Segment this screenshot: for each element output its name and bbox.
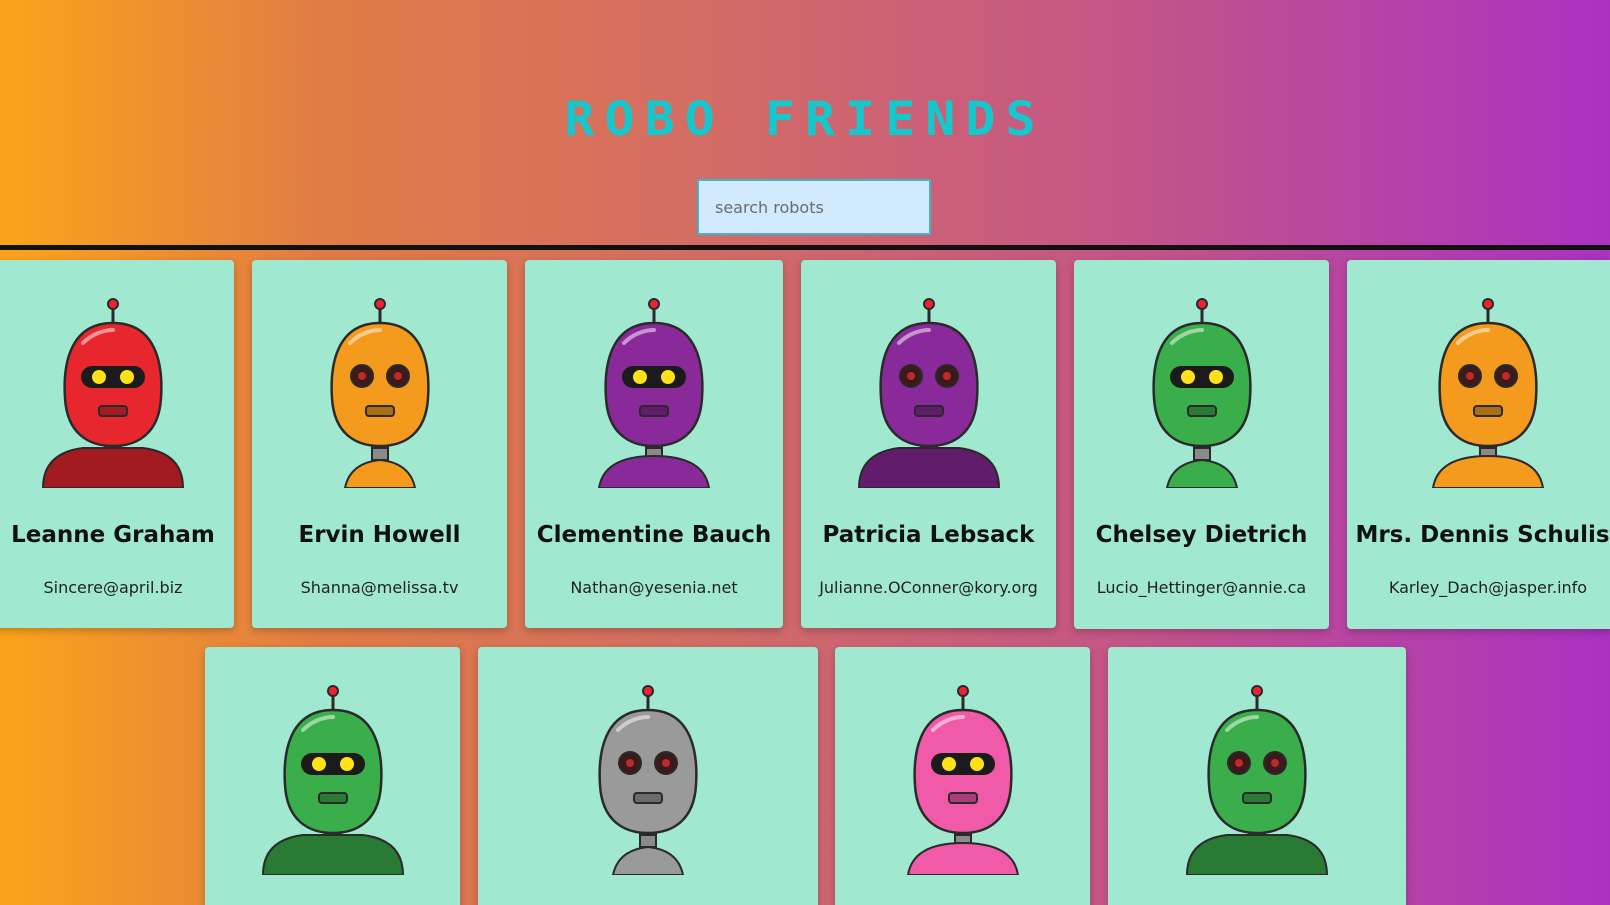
robot-card[interactable]	[205, 647, 460, 905]
header-divider	[0, 245, 1610, 250]
robot-email: Julianne.OConner@kory.org	[819, 578, 1038, 597]
gray-robot-icon	[598, 685, 698, 875]
robot-email: Lucio_Hettinger@annie.ca	[1096, 578, 1307, 597]
robot-card[interactable]: Patricia Lebsack Julianne.OConner@kory.o…	[801, 260, 1056, 628]
robot-name: Leanne Graham	[11, 522, 215, 548]
red-robot-icon	[41, 298, 185, 488]
robot-email: Shanna@melissa.tv	[300, 578, 459, 597]
robot-name: Chelsey Dietrich	[1095, 522, 1308, 548]
robot-name: Clementine Bauch	[536, 522, 772, 548]
robot-card[interactable]: Clementine Bauch Nathan@yesenia.net	[525, 260, 783, 628]
robot-card[interactable]: Mrs. Dennis Schulist Karley_Dach@jasper.…	[1347, 260, 1610, 629]
robot-card[interactable]	[835, 647, 1090, 905]
robot-name: Mrs. Dennis Schulist	[1355, 522, 1610, 548]
green-robot-icon	[1185, 685, 1329, 875]
purple-robot-icon	[597, 298, 711, 488]
robot-email: Karley_Dach@jasper.info	[1388, 578, 1588, 597]
purple-robot-icon	[857, 298, 1000, 488]
robot-email: Nathan@yesenia.net	[570, 578, 738, 597]
pink-robot-icon	[906, 685, 1019, 875]
robot-name: Patricia Lebsack	[822, 522, 1035, 548]
robot-card[interactable]: Chelsey Dietrich Lucio_Hettinger@annie.c…	[1074, 260, 1329, 629]
search-input[interactable]	[697, 179, 931, 235]
robot-card[interactable]: Leanne Graham Sincere@april.biz	[0, 260, 234, 628]
robot-card[interactable]	[1108, 647, 1406, 905]
orange-robot-icon	[1431, 298, 1545, 488]
robot-card[interactable]	[478, 647, 818, 905]
green-robot-icon	[1151, 298, 1252, 488]
orange-robot-icon	[329, 298, 430, 488]
robot-email: Sincere@april.biz	[43, 578, 183, 597]
robot-name: Ervin Howell	[298, 522, 461, 548]
page-title: Robo Friends	[564, 90, 1046, 147]
robot-card[interactable]: Ervin Howell Shanna@melissa.tv	[252, 260, 507, 628]
green-robot-icon	[261, 685, 404, 875]
